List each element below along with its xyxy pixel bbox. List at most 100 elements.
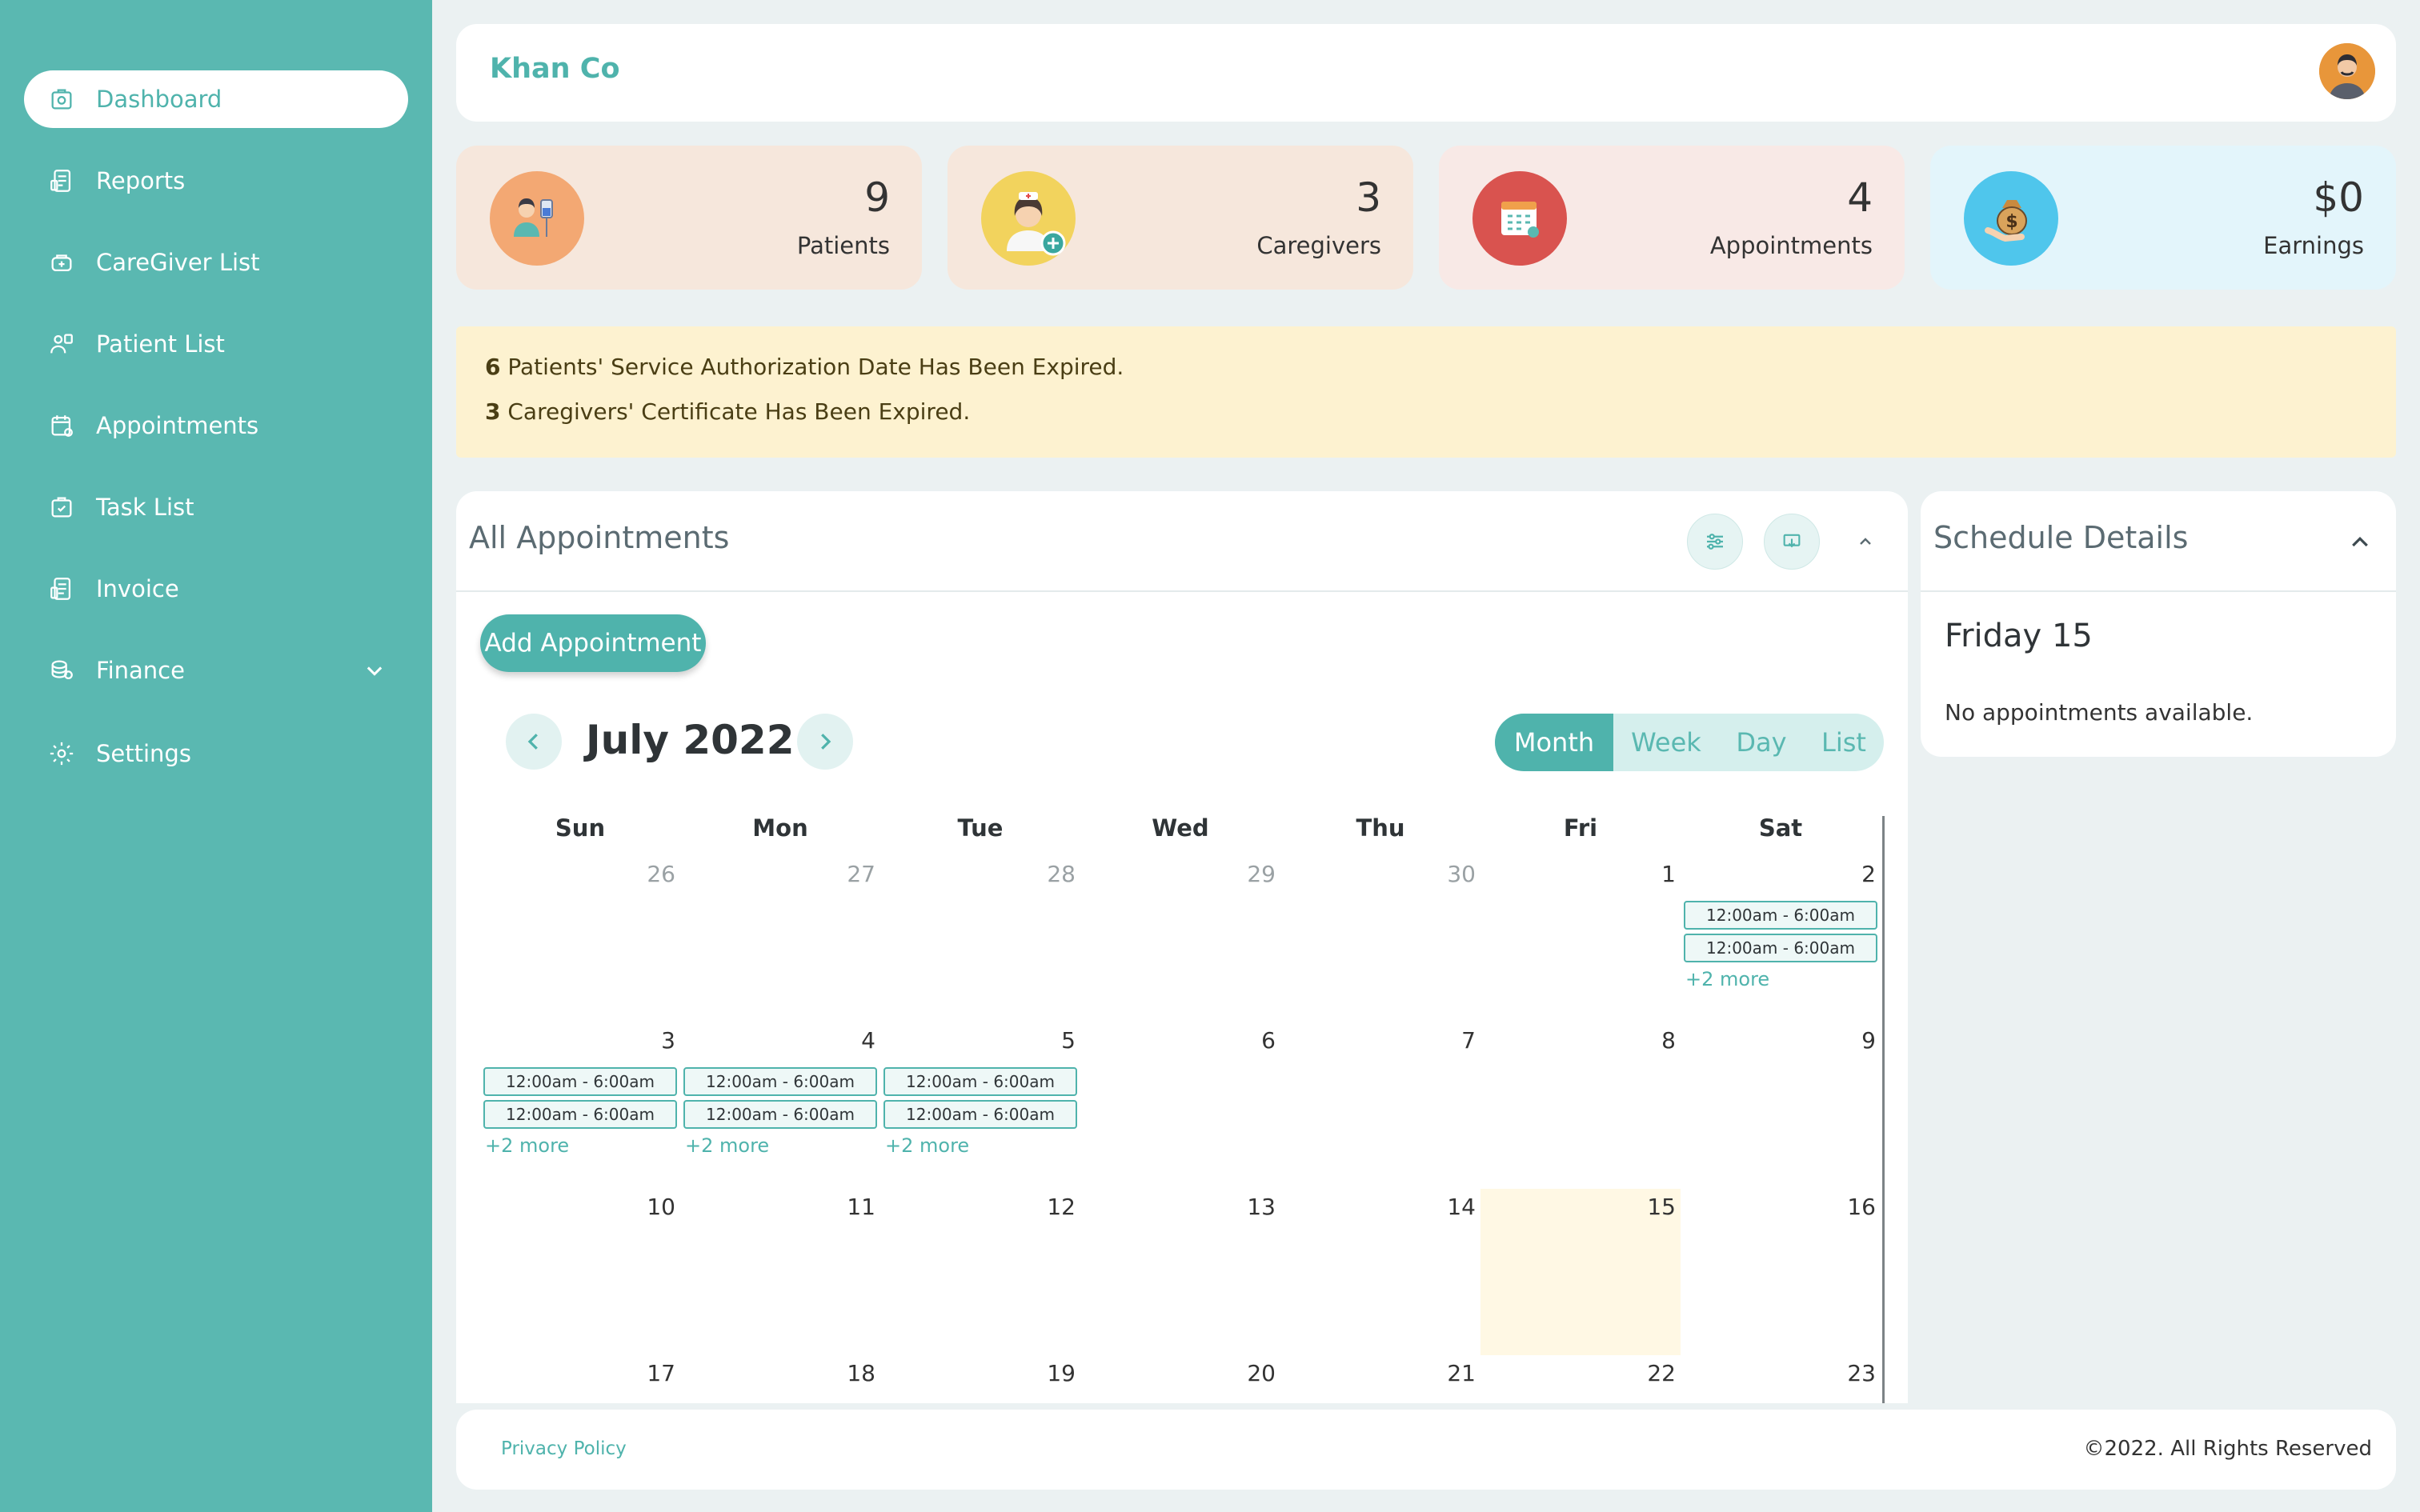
- finance-icon: [48, 657, 75, 684]
- calendar-day-cell[interactable]: 6: [1080, 1022, 1280, 1189]
- stat-card-earnings[interactable]: $ $0 Earnings: [1930, 146, 2396, 290]
- calendar-day-cell[interactable]: 26: [480, 856, 680, 1022]
- money-bag-icon: $: [1964, 171, 2058, 266]
- copyright-text: ©2022. All Rights Reserved: [2083, 1437, 2372, 1461]
- sidebar-item-dashboard[interactable]: Dashboard: [24, 70, 408, 128]
- more-events-link[interactable]: +2 more: [685, 1134, 769, 1157]
- sidebar-item-label: Reports: [96, 167, 186, 194]
- calendar-day-cell[interactable]: 13: [1080, 1189, 1280, 1355]
- calendar-day-cell[interactable]: 10: [480, 1189, 680, 1355]
- calendar-event[interactable]: 12:00am - 6:00am: [483, 1100, 677, 1129]
- view-day-button[interactable]: Day: [1719, 714, 1804, 771]
- calendar-day-cell[interactable]: 30: [1280, 856, 1480, 1022]
- calendar-scrollbar[interactable]: [1882, 816, 1885, 1403]
- day-number: 14: [1447, 1194, 1476, 1220]
- view-week-button[interactable]: Week: [1613, 714, 1719, 771]
- more-events-link[interactable]: +2 more: [485, 1134, 569, 1157]
- calendar-icon: [1472, 171, 1567, 266]
- calendar-day-cell[interactable]: 19: [880, 1355, 1080, 1403]
- sidebar: Dashboard Reports CareGiver List Patient…: [0, 0, 432, 1512]
- calendar-day-cell[interactable]: 9: [1681, 1022, 1881, 1189]
- alert-line-patients: 6 Patients' Service Authorization Date H…: [485, 354, 2367, 398]
- stat-card-caregivers[interactable]: 3 Caregivers: [948, 146, 1413, 290]
- calendar-day-cell[interactable]: 27: [680, 856, 880, 1022]
- calendar-event[interactable]: 12:00am - 6:00am: [1684, 934, 1877, 962]
- chevron-down-icon[interactable]: [363, 659, 386, 682]
- weekday-header: Tue: [957, 814, 1004, 842]
- download-icon: [1783, 534, 1801, 548]
- day-number: 19: [1047, 1360, 1076, 1386]
- calendar-day-cell[interactable]: 28: [880, 856, 1080, 1022]
- calendar-day-cell[interactable]: 20: [1080, 1355, 1280, 1403]
- alert-count: 6: [485, 354, 501, 380]
- stat-card-patients[interactable]: 9 Patients: [456, 146, 922, 290]
- calendar-day-cell[interactable]: 22: [1480, 1355, 1681, 1403]
- sidebar-item-settings[interactable]: Settings: [24, 725, 408, 782]
- selected-day-label: Friday 15: [1945, 618, 2093, 654]
- calendar-day-cell[interactable]: 16: [1681, 1189, 1881, 1355]
- chevron-up-icon[interactable]: [2348, 530, 2372, 554]
- weekday-header: Sat: [1758, 814, 1803, 842]
- day-number: 12: [1047, 1194, 1076, 1220]
- sidebar-item-label: CareGiver List: [96, 249, 260, 276]
- calendar-event[interactable]: 12:00am - 6:00am: [883, 1067, 1077, 1096]
- weekday-header: Wed: [1152, 814, 1209, 842]
- calendar-day-cell[interactable]: 8: [1480, 1022, 1681, 1189]
- appointments-icon: [48, 412, 75, 439]
- more-events-link[interactable]: +2 more: [1685, 968, 1769, 990]
- caregiver-icon: [48, 249, 75, 276]
- more-events-link[interactable]: +2 more: [885, 1134, 969, 1157]
- sidebar-item-appointments[interactable]: Appointments: [24, 397, 408, 454]
- calendar-day-cell[interactable]: 23: [1681, 1355, 1881, 1403]
- sidebar-item-finance[interactable]: Finance: [24, 642, 408, 699]
- calendar-day-cell[interactable]: 12: [880, 1189, 1080, 1355]
- collapse-panel-button[interactable]: [1852, 528, 1879, 555]
- day-number: 27: [847, 861, 875, 887]
- privacy-policy-link[interactable]: Privacy Policy: [501, 1438, 627, 1459]
- next-month-button[interactable]: [797, 714, 853, 770]
- calendar-day-cell[interactable]: 4 12:00am - 6:00am 12:00am - 6:00am +2 more: [680, 1022, 880, 1189]
- calendar-day-cell[interactable]: 2 12:00am - 6:00am 12:00am - 6:00am +2 more: [1681, 856, 1881, 1022]
- stat-label: Appointments: [1709, 232, 1873, 259]
- sidebar-item-caregiver-list[interactable]: CareGiver List: [24, 234, 408, 291]
- calendar-event[interactable]: 12:00am - 6:00am: [683, 1100, 877, 1129]
- download-button[interactable]: [1764, 514, 1820, 570]
- alert-count: 3: [485, 398, 501, 425]
- calendar-day-cell[interactable]: 3 12:00am - 6:00am 12:00am - 6:00am +2 more: [480, 1022, 680, 1189]
- calendar-event[interactable]: 12:00am - 6:00am: [883, 1100, 1077, 1129]
- calendar-day-cell[interactable]: 18: [680, 1355, 880, 1403]
- calendar-day-cell[interactable]: 1: [1480, 856, 1681, 1022]
- calendar-day-cell[interactable]: 21: [1280, 1355, 1480, 1403]
- filter-button[interactable]: [1687, 514, 1743, 570]
- calendar-day-cell[interactable]: 5 12:00am - 6:00am 12:00am - 6:00am +2 more: [880, 1022, 1080, 1189]
- calendar-event[interactable]: 12:00am - 6:00am: [1684, 901, 1877, 930]
- sidebar-item-task-list[interactable]: Task List: [24, 478, 408, 536]
- day-number: 1: [1661, 861, 1676, 887]
- day-number: 9: [1861, 1027, 1876, 1054]
- day-number: 3: [661, 1027, 675, 1054]
- calendar-day-cell[interactable]: 7: [1280, 1022, 1480, 1189]
- add-appointment-button[interactable]: Add Appointment: [480, 614, 706, 672]
- stat-card-appointments[interactable]: 4 Appointments: [1439, 146, 1905, 290]
- calendar-day-cell[interactable]: 17: [480, 1355, 680, 1403]
- calendar-day-cell[interactable]: 14: [1280, 1189, 1480, 1355]
- day-number: 7: [1461, 1027, 1476, 1054]
- day-number: 18: [847, 1360, 875, 1386]
- calendar-event[interactable]: 12:00am - 6:00am: [683, 1067, 877, 1096]
- sidebar-item-patient-list[interactable]: Patient List: [24, 315, 408, 373]
- patient-icon: [48, 330, 75, 358]
- calendar-day-cell[interactable]: 11: [680, 1189, 880, 1355]
- weekday-header: Fri: [1563, 814, 1598, 842]
- avatar[interactable]: [2319, 43, 2375, 99]
- calendar-event[interactable]: 12:00am - 6:00am: [483, 1067, 677, 1096]
- prev-month-button[interactable]: [506, 714, 562, 770]
- day-number: 21: [1447, 1360, 1476, 1386]
- day-number: 26: [647, 861, 675, 887]
- sidebar-item-reports[interactable]: Reports: [24, 152, 408, 210]
- calendar-day-cell[interactable]: 29: [1080, 856, 1280, 1022]
- sidebar-item-invoice[interactable]: Invoice: [24, 560, 408, 618]
- calendar-day-cell-today[interactable]: 15: [1480, 1189, 1681, 1355]
- view-month-button[interactable]: Month: [1495, 714, 1613, 771]
- patients-icon: [490, 171, 584, 266]
- view-list-button[interactable]: List: [1804, 714, 1884, 771]
